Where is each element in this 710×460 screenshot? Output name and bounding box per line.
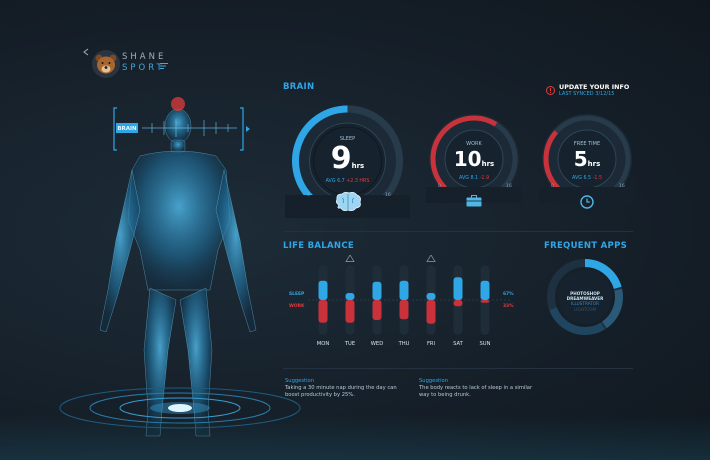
free-time-value-unit: hrs (587, 160, 601, 168)
section-divider (283, 231, 633, 232)
work-gauge-max: 16 (506, 184, 512, 189)
sleep-avg: AVG 6.7 (325, 179, 345, 184)
sleep-bar[interactable] (345, 293, 355, 300)
menu-icon[interactable] (160, 63, 168, 69)
sleep-value-unit: hrs (351, 162, 365, 170)
bottom-glow (0, 415, 710, 460)
suggestion-text: Taking a 30 minute nap during the day ca… (285, 385, 397, 399)
day-label: TUE (344, 341, 356, 347)
app-window: { "brand": {"line1": "SHANE", "line2": "… (0, 0, 710, 460)
sleep-gauge-avg: AVG 6.7 +2.3 HRS (285, 179, 410, 184)
sleep-gauge[interactable]: SLEEP 9hrs AVG 6.7 +2.3 HRS 0 16 (285, 103, 410, 218)
work-bar[interactable] (318, 300, 328, 323)
work-bar[interactable] (399, 300, 409, 320)
work-bar[interactable] (426, 300, 436, 324)
back-arrow-icon[interactable] (82, 48, 90, 56)
free-time-gauge-max: 16 (619, 184, 625, 189)
suggestion-2: Suggestion The body reacts to lack of sl… (419, 378, 544, 400)
free-time-avg: AVG 6.5 (571, 176, 592, 181)
legend-left-work: WORK (289, 304, 305, 309)
brain-icon (335, 191, 361, 212)
frequent-apps-list: PHOTOSHOP DREAMWEAVER ILLUSTRATOR LIGHTC… (545, 291, 625, 312)
bear-icon (92, 50, 120, 78)
work-value-unit: hrs (481, 160, 495, 168)
warning-icon (345, 255, 355, 262)
sleep-gauge-min: 0 (307, 193, 310, 198)
free-time-gauge-value: 5hrs (539, 148, 635, 175)
clock-icon (580, 195, 594, 209)
sleep-bar[interactable] (372, 281, 382, 300)
section-divider-2 (283, 368, 633, 369)
suggestion-1: Suggestion Taking a 30 minute nap during… (285, 378, 410, 400)
life-balance-chart[interactable] (300, 255, 520, 355)
work-avg: AVG 8.1 (458, 176, 479, 181)
warning-icon (426, 255, 436, 262)
sleep-value-number: 9 (330, 141, 352, 176)
sleep-bar[interactable] (480, 280, 490, 300)
sleep-bar[interactable] (453, 277, 463, 300)
free-time-gauge-avg: AVG 6.5 -1.5 (539, 176, 635, 181)
update-subtitle: LAST SYNCED 3/12/15 (559, 91, 615, 97)
work-gauge-value: 10hrs (426, 148, 522, 175)
section-title-frequent-apps: FREQUENT APPS (544, 241, 628, 251)
sleep-gauge-value: 9hrs (285, 143, 410, 182)
legend-right-work: 33% (503, 304, 514, 309)
day-label: SAT (453, 341, 463, 347)
work-gauge[interactable]: WORK 10hrs AVG 8.1 -1.9 0 16 (426, 113, 522, 207)
suggestion-text: The body reacts to lack of sleep in a si… (419, 385, 533, 399)
suggestion-title: Suggestion (285, 378, 314, 384)
work-gauge-avg: AVG 8.1 -1.9 (426, 176, 522, 181)
work-bar[interactable] (345, 300, 355, 323)
work-bar[interactable] (480, 300, 490, 303)
update-title: UPDATE YOUR INFO (559, 83, 630, 91)
app-item[interactable]: LIGHTCOM (545, 307, 625, 312)
sleep-bar[interactable] (426, 293, 436, 300)
legend-left-sleep: SLEEP (289, 292, 305, 297)
section-title-life-balance: LIFE BALANCE (283, 241, 354, 251)
work-bar[interactable] (453, 300, 463, 307)
day-label: MON (316, 341, 330, 347)
day-label: WED (370, 341, 384, 347)
legend-right-sleep: 67% (503, 292, 514, 297)
sleep-bar[interactable] (318, 280, 328, 300)
work-gauge-min: 0 (438, 184, 441, 189)
work-delta: -1.9 (479, 176, 490, 181)
suggestion-title: Suggestion (419, 378, 448, 384)
brand-line1: SHANE (122, 52, 167, 62)
alert-icon (546, 86, 555, 95)
briefcase-icon (466, 195, 482, 207)
section-title-brain: BRAIN (283, 82, 315, 92)
sleep-delta: +2.3 HRS (346, 179, 370, 184)
free-time-value-number: 5 (573, 147, 588, 171)
day-label: SUN (479, 341, 491, 347)
work-value-number: 10 (453, 147, 482, 171)
sleep-gauge-max: 16 (385, 193, 391, 198)
sleep-bar[interactable] (399, 280, 409, 300)
day-label: THU (398, 341, 410, 347)
free-time-gauge[interactable]: FREE TIME 5hrs AVG 6.5 -1.5 0 16 (539, 113, 635, 209)
body-tag-label: BRAIN (117, 126, 137, 132)
work-bar[interactable] (372, 300, 382, 320)
free-time-delta: -1.5 (592, 176, 603, 181)
bear-avatar (92, 50, 120, 78)
day-label: FRI (426, 341, 436, 347)
free-time-gauge-min: 0 (551, 184, 554, 189)
